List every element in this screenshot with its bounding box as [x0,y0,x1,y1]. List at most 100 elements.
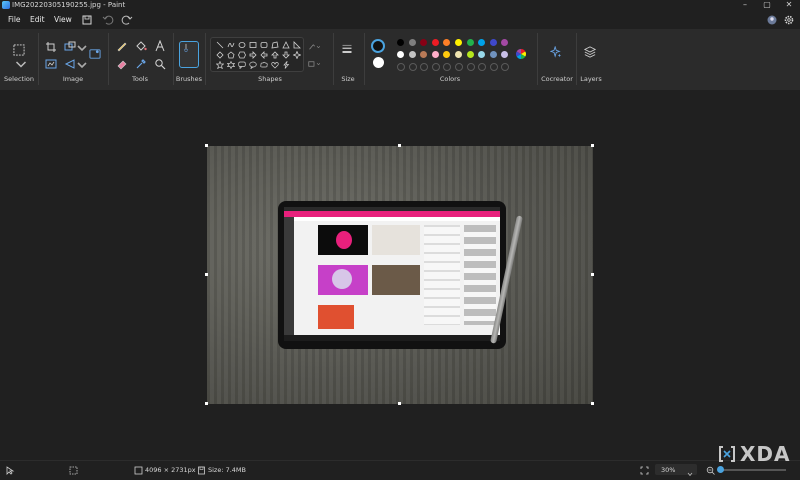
custom-color-slot[interactable] [420,63,429,71]
zoom-slider[interactable] [717,466,786,473]
shape-oval-icon[interactable] [238,41,246,49]
custom-color-slot[interactable] [408,63,417,71]
color-swatch[interactable] [455,51,462,58]
shape-outline-icon[interactable] [308,41,324,51]
shape-left-arrow-icon[interactable] [260,51,268,59]
shape-down-arrow-icon[interactable] [282,51,290,59]
shape-four-point-star-icon[interactable] [293,51,301,59]
selection-rectangle-icon[interactable] [13,44,26,57]
color-swatch[interactable] [397,51,404,58]
menu-edit[interactable]: Edit [30,14,45,26]
canvas-area[interactable] [0,90,800,460]
selection-dropdown-chevron-icon[interactable] [15,59,27,68]
resize-handle-top[interactable] [398,144,401,147]
layers-icon[interactable] [584,46,598,60]
stroke-size-icon[interactable] [341,43,355,59]
shape-rectangle-icon[interactable] [249,41,257,49]
pencil-icon[interactable] [116,40,128,52]
zoom-out-icon[interactable] [706,465,715,475]
fit-to-window-icon[interactable] [640,465,649,475]
color-swatch[interactable] [489,39,497,46]
color-swatch[interactable] [420,51,428,58]
shape-rounded-rectangle-icon[interactable] [260,41,268,49]
shape-diamond-icon[interactable] [216,51,224,59]
color-swatch[interactable] [420,39,428,46]
menu-file[interactable]: File [8,14,21,26]
canvas-image[interactable] [207,146,593,404]
shape-oval-callout-icon[interactable] [249,61,257,69]
custom-color-slot[interactable] [397,63,405,71]
resize-handle-top-left[interactable] [205,144,208,147]
color-swatch[interactable] [431,39,439,46]
resize-dropdown-chevron-icon[interactable] [76,42,87,52]
shape-fill-icon[interactable] [308,58,324,68]
redo-icon[interactable] [121,14,133,26]
cocreator-sparkle-icon[interactable] [550,46,564,60]
shape-cloud-callout-icon[interactable] [260,61,268,69]
image-generator-icon[interactable] [89,48,102,61]
shape-lightning-icon[interactable] [282,61,290,69]
color-swatch[interactable] [478,39,486,46]
zoom-slider-thumb[interactable] [717,466,725,473]
minimize-button[interactable]: – [734,0,756,10]
shape-hexagon-icon[interactable] [238,51,246,59]
resize-handle-right[interactable] [591,273,594,276]
shape-polygon-icon[interactable] [271,41,279,49]
undo-icon[interactable] [102,14,114,26]
text-icon[interactable] [154,40,166,52]
color-swatch[interactable] [443,51,451,58]
shape-up-arrow-icon[interactable] [271,51,279,59]
primary-color-swatch[interactable] [371,39,385,53]
eraser-icon[interactable] [116,58,128,70]
shape-right-arrow-icon[interactable] [249,51,257,59]
menu-view[interactable]: View [54,14,72,26]
custom-color-slot[interactable] [455,63,463,71]
color-swatch[interactable] [431,51,439,58]
custom-color-slot[interactable] [443,63,452,71]
color-swatch[interactable] [501,51,509,58]
shape-five-point-star-icon[interactable] [216,61,224,69]
color-swatch[interactable] [408,51,416,58]
color-swatch[interactable] [478,51,486,58]
color-swatch[interactable] [408,39,416,46]
color-swatch[interactable] [501,39,509,46]
color-swatch[interactable] [443,39,451,46]
custom-color-slot[interactable] [501,63,510,71]
color-swatch[interactable] [397,39,404,46]
color-picker-icon[interactable] [135,58,147,70]
custom-color-slot[interactable] [478,63,487,71]
resize-handle-top-right[interactable] [591,144,594,147]
rotate-icon[interactable] [64,58,76,70]
fill-bucket-icon[interactable] [135,40,147,52]
zoom-level-dropdown[interactable]: 30% [655,464,697,477]
remove-background-icon[interactable] [45,58,57,70]
account-avatar[interactable] [766,14,778,26]
color-swatch[interactable] [489,51,497,58]
shape-rounded-callout-icon[interactable] [238,61,246,69]
save-icon[interactable] [81,14,93,26]
resize-handle-bottom-left[interactable] [205,402,208,405]
settings-gear-icon[interactable] [783,14,795,26]
shape-right-triangle-icon[interactable] [293,41,301,49]
shape-heart-icon[interactable] [271,61,279,69]
crop-icon[interactable] [45,41,57,53]
resize-icon[interactable] [64,41,76,53]
edit-colors-wheel-icon[interactable] [515,48,527,60]
resize-handle-bottom[interactable] [398,402,401,405]
secondary-color-swatch[interactable] [373,57,384,68]
color-swatch[interactable] [466,51,474,58]
color-swatch[interactable] [466,39,474,46]
maximize-button[interactable]: ▢ [756,0,778,10]
resize-handle-bottom-right[interactable] [591,402,594,405]
custom-color-slot[interactable] [431,63,440,71]
close-button[interactable]: ✕ [778,0,800,10]
resize-handle-left[interactable] [205,273,208,276]
brushes-button[interactable] [179,41,199,68]
magnifier-icon[interactable] [154,58,166,70]
shape-six-point-star-icon[interactable] [227,61,235,69]
shape-line-icon[interactable] [216,41,224,49]
shape-triangle-icon[interactable] [282,41,290,49]
custom-color-slot[interactable] [466,63,475,71]
rotate-dropdown-chevron-icon[interactable] [76,59,87,69]
shape-pentagon-icon[interactable] [227,51,235,59]
